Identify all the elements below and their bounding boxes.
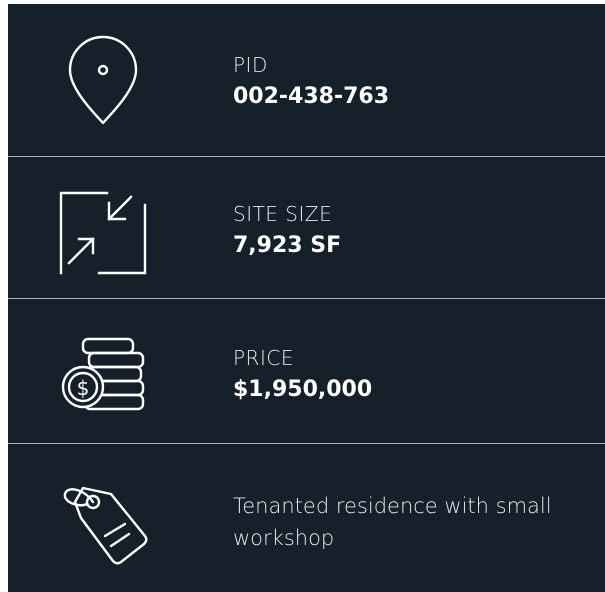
price-tag-icon	[53, 466, 153, 566]
info-row-site-size: SITE SIZE 7,923 SF	[8, 157, 605, 299]
site-size-value: 7,923 SF	[233, 233, 342, 258]
info-row-description: Tenanted residence with small workshop	[8, 444, 605, 588]
coin-stack-icon: $	[53, 319, 153, 419]
resize-arrows-icon	[53, 179, 153, 279]
info-row-pid: PID 002-438-763	[8, 4, 605, 157]
price-value: $1,950,000	[233, 377, 373, 402]
site-size-label: SITE SIZE	[233, 202, 333, 226]
pid-label: PID	[233, 53, 268, 77]
description-text: Tenanted residence with small workshop	[233, 494, 552, 550]
location-pin-icon	[53, 28, 153, 128]
info-row-price: $ PRICE $1,950,000	[8, 299, 605, 444]
svg-text:$: $	[77, 376, 90, 400]
pid-value: 002-438-763	[233, 84, 390, 109]
price-label: PRICE	[233, 346, 294, 370]
property-info-card: PID 002-438-763 SITE SIZE 7,923 SF $ PRI…	[8, 4, 605, 592]
